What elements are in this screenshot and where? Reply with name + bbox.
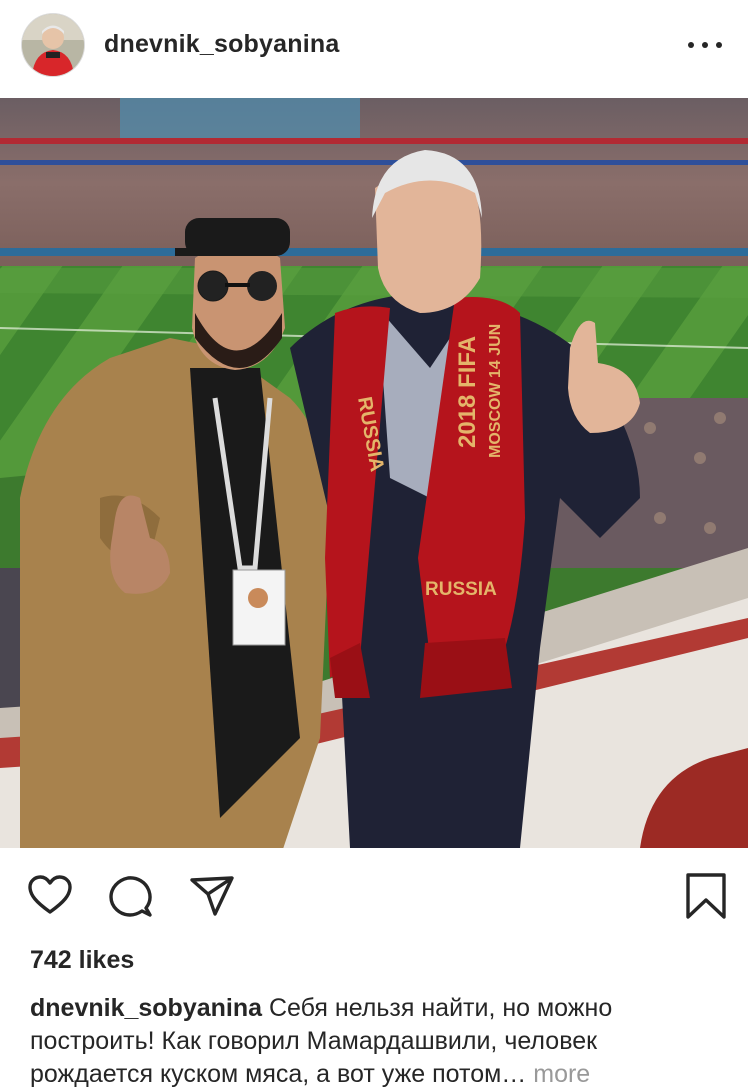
scarf-text-moscow: MOSCOW 14 JUN xyxy=(487,324,504,458)
heart-icon[interactable] xyxy=(26,872,74,920)
caption-username[interactable]: dnevnik_sobyanina xyxy=(30,994,262,1022)
stadium-photo: 2018 FIFA MOSCOW 14 JUN RUSSIA RUSSIA xyxy=(0,98,748,848)
post-header: dnevnik_sobyanina xyxy=(0,0,748,96)
more-options-icon[interactable] xyxy=(688,30,722,60)
comment-icon[interactable] xyxy=(106,872,154,920)
post-photo[interactable]: 2018 FIFA MOSCOW 14 JUN RUSSIA RUSSIA xyxy=(0,98,748,848)
paper-plane-icon[interactable] xyxy=(188,872,236,920)
likes-count[interactable]: 742 likes xyxy=(30,946,134,975)
action-bar xyxy=(0,860,748,930)
post-caption: dnevnik_sobyanina Себя нельзя найти, но … xyxy=(30,992,720,1091)
avatar-image xyxy=(22,14,84,76)
caption-more-link[interactable]: more xyxy=(533,1060,590,1088)
scarf-text-world-cup: 2018 FIFA xyxy=(454,336,481,448)
avatar[interactable] xyxy=(22,14,84,76)
bookmark-icon[interactable] xyxy=(682,872,730,920)
post-username[interactable]: dnevnik_sobyanina xyxy=(104,30,339,59)
scarf-text-russia: RUSSIA xyxy=(425,579,497,600)
